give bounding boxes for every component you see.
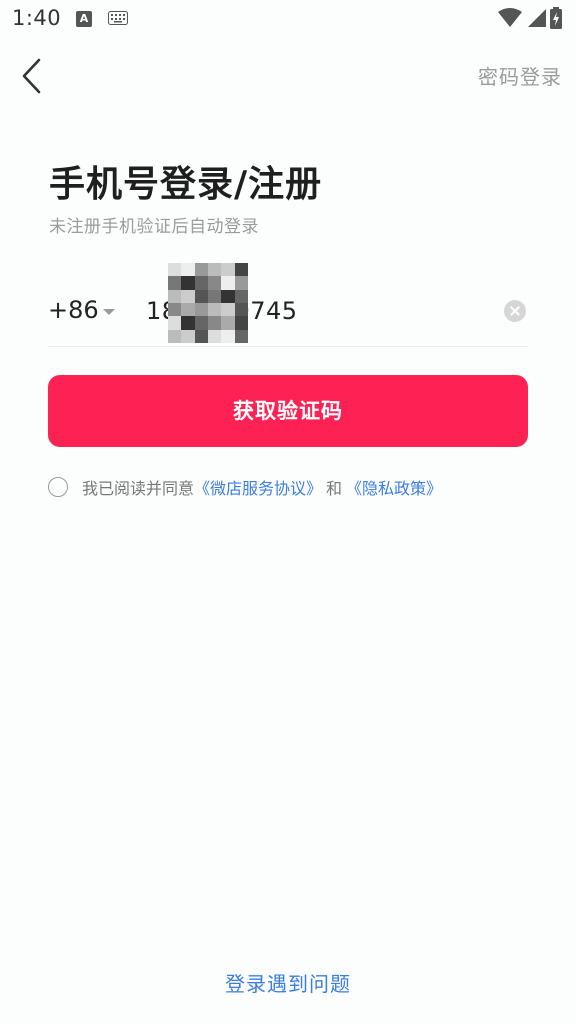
wifi-icon (498, 8, 522, 27)
status-icons (498, 7, 562, 29)
country-code-selector[interactable]: +86 (48, 296, 99, 324)
mosaic-cell (234, 263, 248, 277)
mosaic-cell (207, 276, 222, 290)
dropdown-arrow-icon[interactable] (103, 309, 115, 315)
mosaic-cell (168, 276, 182, 290)
notification-a-icon: A (76, 11, 92, 27)
signal-icon (528, 9, 546, 27)
mosaic-cell (207, 263, 222, 277)
mosaic-cell (181, 263, 195, 277)
mosaic-cell (168, 263, 182, 277)
page-title: 手机号登录/注册 (49, 164, 323, 205)
page-subtitle: 未注册手机验证后自动登录 (49, 217, 259, 237)
agreement-connector: 和 (326, 479, 343, 498)
mosaic-cell (221, 276, 235, 290)
phone-number-input[interactable] (146, 290, 486, 332)
privacy-policy-link[interactable]: 《隐私政策》 (346, 475, 442, 499)
clear-input-icon[interactable] (504, 300, 526, 322)
mosaic-cell (181, 276, 195, 290)
agreement-checkbox[interactable] (48, 477, 68, 497)
phone-input-row: +86 (48, 263, 528, 347)
keyboard-icon (108, 11, 128, 25)
battery-icon (550, 7, 562, 29)
mosaic-cell (194, 276, 208, 290)
back-arrow-icon[interactable] (18, 56, 48, 96)
status-bar: 1:40 A (0, 0, 576, 40)
mosaic-cell (194, 263, 208, 277)
get-verification-code-button[interactable]: 获取验证码 (48, 375, 528, 447)
password-login-link[interactable]: 密码登录 (478, 61, 562, 90)
mosaic-cell (221, 263, 235, 277)
service-agreement-link[interactable]: 《微店服务协议》 (194, 475, 322, 499)
agreement-row: 我已阅读并同意 《微店服务协议》 和 《隐私政策》 (48, 476, 442, 498)
status-time: 1:40 (12, 6, 62, 30)
agreement-prefix: 我已阅读并同意 (82, 479, 195, 498)
login-trouble-link[interactable]: 登录遇到问题 (0, 968, 576, 997)
mosaic-cell (234, 276, 248, 290)
